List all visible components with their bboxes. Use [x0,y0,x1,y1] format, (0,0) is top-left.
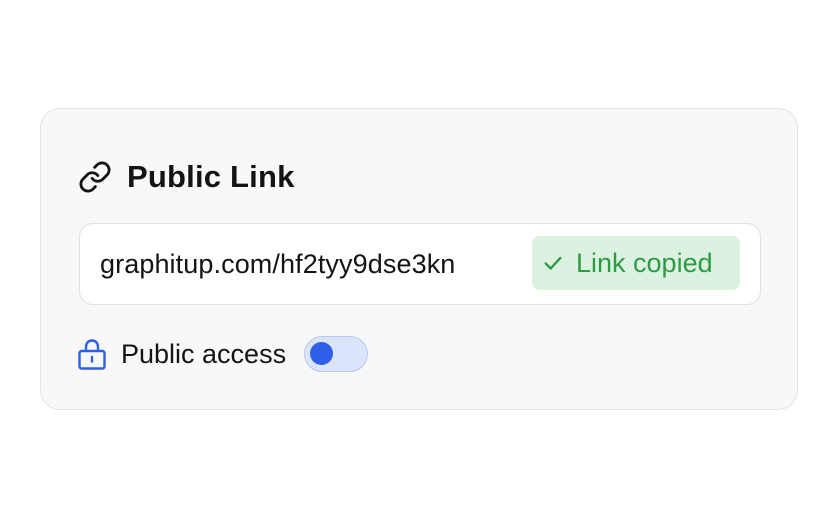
link-url[interactable]: graphitup.com/hf2tyy9dse3kn [100,224,455,304]
public-access-label: Public access [121,338,287,369]
card-title: Public Link [127,159,295,194]
public-access-row: Public access [77,333,369,375]
public-access-toggle[interactable] [304,336,369,372]
link-icon [77,159,113,195]
public-link-field[interactable]: graphitup.com/hf2tyy9dse3kn Link copied [79,223,761,305]
toggle-knob[interactable] [310,342,334,365]
check-icon [542,252,564,274]
card-header: Public Link [77,157,295,197]
link-copied-badge[interactable]: Link copied [532,236,740,290]
public-link-card: Public Link graphitup.com/hf2tyy9dse3kn … [40,108,798,410]
link-copied-label: Link copied [576,247,713,278]
lock-icon [77,337,107,371]
